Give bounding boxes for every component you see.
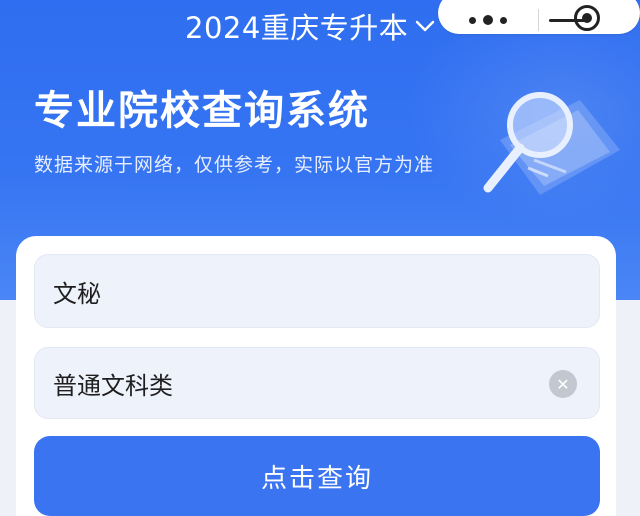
page-title: 2024重庆专升本 xyxy=(185,11,409,45)
query-button-label: 点击查询 xyxy=(260,463,373,494)
query-button[interactable]: 点击查询 xyxy=(34,436,600,516)
clear-icon[interactable]: ✕ xyxy=(549,370,577,398)
major-input-value: 文秘 xyxy=(53,279,101,308)
capsule-divider xyxy=(538,9,539,31)
close-target-icon[interactable] xyxy=(574,5,600,31)
chevron-down-icon xyxy=(416,20,435,32)
region-year-selector[interactable]: 2024重庆专升本 xyxy=(185,8,436,45)
hero-title: 专业院校查询系统 xyxy=(34,88,370,134)
hero-subtitle: 数据来源于网络，仅供参考，实际以官方为准 xyxy=(34,154,435,176)
category-select-value: 普通文科类 xyxy=(53,371,173,400)
more-dots-icon[interactable] xyxy=(438,0,538,41)
major-input[interactable]: 文秘 xyxy=(34,254,600,328)
magnifier-icon xyxy=(483,92,620,195)
mini-program-capsule xyxy=(438,0,640,34)
category-select[interactable]: 普通文科类 ✕ xyxy=(34,347,600,419)
query-form-card: 文秘 普通文科类 ✕ 点击查询 xyxy=(16,236,616,516)
